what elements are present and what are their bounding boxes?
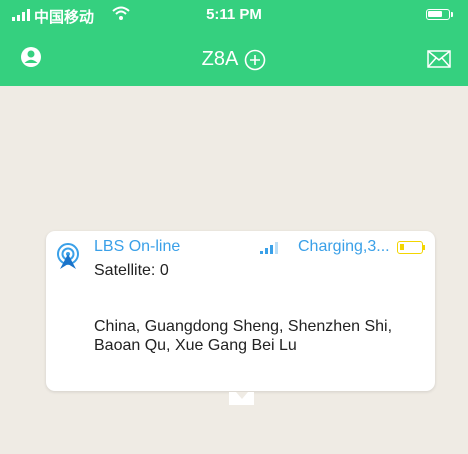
location-antenna-icon	[57, 243, 79, 269]
charging-status: Charging,3...	[298, 238, 390, 255]
battery-icon	[426, 9, 450, 20]
mail-icon[interactable]	[427, 50, 451, 68]
battery-tip	[451, 12, 453, 17]
satellite-count: Satellite: 0	[94, 262, 169, 279]
device-battery-tip	[423, 245, 425, 250]
signal-strength-icon	[260, 242, 278, 254]
location-status: LBS On-line	[94, 238, 181, 255]
status-time: 5:11 PM	[206, 6, 262, 23]
status-bar: 中国移动 5:11 PM	[0, 0, 468, 30]
add-circle-icon[interactable]	[244, 49, 266, 71]
card-pointer-notch	[236, 392, 248, 399]
device-address: China, Guangdong Sheng, Shenzhen Shi, Ba…	[94, 318, 393, 354]
device-selector[interactable]: Z8A	[0, 48, 468, 71]
device-info-card[interactable]: LBS On-line Charging,3... Satellite: 0 C…	[46, 231, 435, 391]
nav-bar: Z8A	[0, 38, 468, 82]
device-title: Z8A	[201, 48, 239, 70]
app-header: 中国移动 5:11 PM Z8A	[0, 0, 468, 86]
device-battery-icon	[397, 241, 423, 254]
